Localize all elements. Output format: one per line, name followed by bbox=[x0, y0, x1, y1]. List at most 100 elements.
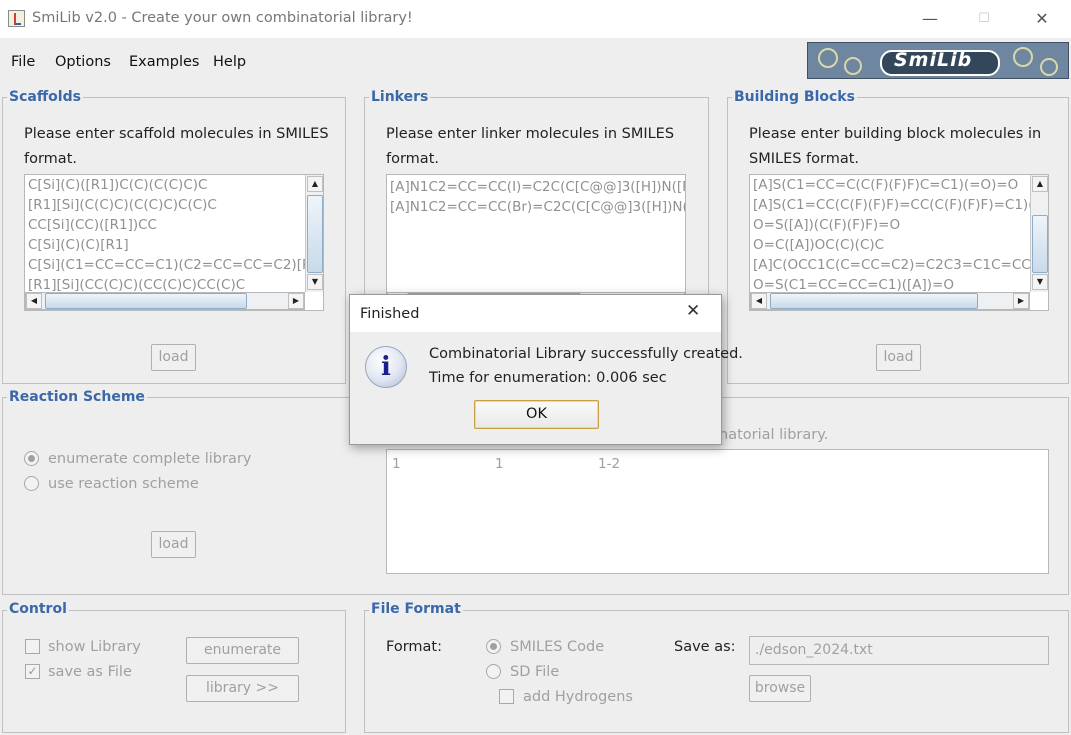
scaffolds-instruction: Please enter scaffold molecules in SMILE… bbox=[24, 122, 329, 172]
finished-dialog: Finished ✕ i Combinatorial Library succe… bbox=[349, 294, 743, 445]
building-blocks-load-button[interactable]: load bbox=[876, 344, 921, 371]
window-title: SmiLib v2.0 - Create your own combinator… bbox=[32, 10, 413, 26]
list-item[interactable]: C[Si](C)([R1])C(C)(C(C)C)C bbox=[25, 175, 305, 195]
sd-file-label: SD File bbox=[510, 664, 560, 680]
sd-file-radio[interactable] bbox=[486, 664, 501, 679]
scroll-thumb[interactable] bbox=[1032, 215, 1048, 273]
scroll-left-icon[interactable]: ◀ bbox=[26, 293, 42, 309]
list-item[interactable]: CC[Si](CC)([R1])CC bbox=[25, 215, 305, 235]
reaction-scheme-title: Reaction Scheme bbox=[7, 389, 147, 405]
scroll-up-icon[interactable]: ▲ bbox=[307, 176, 323, 192]
smilib-logo: SmiLib bbox=[807, 42, 1069, 79]
list-item[interactable]: C[Si](C)(C)[R1] bbox=[25, 235, 305, 255]
control-title: Control bbox=[7, 601, 69, 617]
list-item[interactable]: [A]S(C1=CC(C(F)(F)F)=CC(C(F)(F)F)=C1)(=C bbox=[750, 195, 1030, 215]
smiles-code-label: SMILES Code bbox=[510, 639, 605, 655]
format-label: Format: bbox=[386, 639, 442, 655]
scaffolds-load-button[interactable]: load bbox=[151, 344, 196, 371]
molecule-icon bbox=[844, 57, 862, 75]
browse-button[interactable]: browse bbox=[749, 675, 811, 702]
dialog-time: Time for enumeration: 0.006 sec bbox=[429, 370, 667, 386]
table-cell: 1 bbox=[392, 456, 401, 472]
menu-examples[interactable]: Examples bbox=[129, 54, 199, 70]
scroll-right-icon[interactable]: ▶ bbox=[1013, 293, 1029, 309]
scaffolds-list[interactable]: C[Si](C)([R1])C(C)(C(C)C)C [R1][Si](C(C)… bbox=[24, 174, 324, 311]
table-cell: 1-2 bbox=[598, 456, 621, 472]
file-format-panel bbox=[364, 610, 1069, 733]
instruction-line: Please enter building block molecules in bbox=[749, 126, 1042, 142]
title-bar: SmiLib v2.0 - Create your own combinator… bbox=[0, 0, 1071, 38]
add-hydrogens-checkbox[interactable] bbox=[499, 689, 514, 704]
building-blocks-instruction: Please enter building block molecules in… bbox=[749, 122, 1041, 172]
smiles-code-radio[interactable] bbox=[486, 639, 501, 654]
enumerate-button[interactable]: enumerate bbox=[186, 637, 299, 664]
list-item[interactable]: C[Si](C1=CC=CC=C1)(C2=CC=CC=C2)[R1] bbox=[25, 255, 305, 275]
show-library-checkbox[interactable] bbox=[25, 639, 40, 654]
scroll-thumb[interactable] bbox=[770, 293, 978, 309]
list-item[interactable]: O=S([A])(C(F)(F)F)=O bbox=[750, 215, 1030, 235]
building-blocks-title: Building Blocks bbox=[732, 89, 857, 105]
list-item[interactable]: O=S(C1=CC=CC=C1)([A])=O bbox=[750, 275, 1030, 293]
scaffolds-vertical-scrollbar[interactable]: ▲ ▼ bbox=[305, 175, 323, 292]
dialog-message: Combinatorial Library successfully creat… bbox=[429, 346, 743, 362]
scroll-thumb[interactable] bbox=[307, 195, 323, 273]
reaction-scheme-hint: natorial library. bbox=[719, 427, 829, 443]
molecule-icon bbox=[1013, 47, 1033, 67]
enumerate-complete-label: enumerate complete library bbox=[48, 451, 252, 467]
list-item[interactable]: [R1][Si](CC(C)C)(CC(C)C)CC(C)C bbox=[25, 275, 305, 293]
list-item[interactable]: [A]N1C2=CC=CC(I)=C2C(C[C@@]3([H])N([R1 bbox=[387, 177, 685, 197]
show-library-label: show Library bbox=[48, 639, 141, 655]
linkers-title: Linkers bbox=[369, 89, 431, 105]
java-app-icon bbox=[8, 10, 25, 27]
linkers-instruction: Please enter linker molecules in SMILES … bbox=[386, 122, 674, 172]
minimize-icon[interactable]: — bbox=[907, 0, 953, 38]
building-blocks-horizontal-scrollbar[interactable]: ◀ ▶ bbox=[750, 292, 1030, 310]
save-as-file-label: save as File bbox=[48, 664, 132, 680]
logo-text: SmiLib bbox=[894, 49, 973, 71]
instruction-line: format. bbox=[24, 151, 77, 167]
file-format-title: File Format bbox=[369, 601, 463, 617]
save-as-label: Save as: bbox=[674, 639, 736, 655]
save-as-file-checkbox[interactable]: ✓ bbox=[25, 664, 40, 679]
instruction-line: Please enter scaffold molecules in SMILE… bbox=[24, 126, 329, 142]
molecule-icon bbox=[1040, 58, 1058, 76]
scaffolds-horizontal-scrollbar[interactable]: ◀ ▶ bbox=[25, 292, 305, 310]
reaction-scheme-load-button[interactable]: load bbox=[151, 531, 196, 558]
molecule-icon bbox=[818, 48, 838, 68]
scroll-down-icon[interactable]: ▼ bbox=[307, 274, 323, 290]
instruction-line: format. bbox=[386, 151, 439, 167]
instruction-line: Please enter linker molecules in SMILES bbox=[386, 126, 675, 142]
information-icon: i bbox=[365, 346, 407, 388]
add-hydrogens-label: add Hydrogens bbox=[523, 689, 633, 705]
table-cell: 1 bbox=[495, 456, 504, 472]
menu-options[interactable]: Options bbox=[55, 54, 111, 70]
menu-file[interactable]: File bbox=[11, 54, 35, 70]
scroll-right-icon[interactable]: ▶ bbox=[288, 293, 304, 309]
scaffolds-title: Scaffolds bbox=[7, 89, 83, 105]
list-item[interactable]: [A]S(C1=CC=C(C(F)(F)F)C=C1)(=O)=O bbox=[750, 175, 1030, 195]
scroll-left-icon[interactable]: ◀ bbox=[751, 293, 767, 309]
scroll-down-icon[interactable]: ▼ bbox=[1032, 274, 1048, 290]
list-item[interactable]: [R1][Si](C(C)C)(C(C)C)C(C)C bbox=[25, 195, 305, 215]
library-button[interactable]: library >> bbox=[186, 675, 299, 702]
save-path-field[interactable]: ./edson_2024.txt bbox=[749, 636, 1049, 665]
ok-button[interactable]: OK bbox=[474, 400, 599, 429]
linkers-list[interactable]: [A]N1C2=CC=CC(I)=C2C(C[C@@]3([H])N([R1 [… bbox=[386, 174, 686, 311]
close-icon[interactable]: ✕ bbox=[1019, 0, 1065, 38]
menu-help[interactable]: Help bbox=[213, 54, 246, 70]
dialog-title: Finished bbox=[360, 306, 420, 322]
list-item[interactable]: O=C([A])OC(C)(C)C bbox=[750, 235, 1030, 255]
use-reaction-scheme-label: use reaction scheme bbox=[48, 476, 199, 492]
maximize-icon[interactable]: ☐ bbox=[961, 0, 1007, 38]
building-blocks-list[interactable]: [A]S(C1=CC=C(C(F)(F)F)C=C1)(=O)=O [A]S(C… bbox=[749, 174, 1049, 311]
list-item[interactable]: [A]N1C2=CC=CC(Br)=C2C(C[C@@]3([H])N([R bbox=[387, 197, 685, 217]
use-reaction-scheme-radio[interactable] bbox=[24, 476, 39, 491]
dialog-close-icon[interactable]: ✕ bbox=[686, 301, 700, 321]
building-blocks-vertical-scrollbar[interactable]: ▲ ▼ bbox=[1030, 175, 1048, 292]
enumerate-complete-radio[interactable] bbox=[24, 451, 39, 466]
instruction-line: SMILES format. bbox=[749, 151, 860, 167]
scroll-thumb[interactable] bbox=[45, 293, 247, 309]
scroll-up-icon[interactable]: ▲ bbox=[1032, 176, 1048, 192]
reaction-scheme-table[interactable]: 1 1 1-2 bbox=[386, 449, 1049, 574]
list-item[interactable]: [A]C(OCC1C(C=CC=C2)=C2C3=C1C=CC=C bbox=[750, 255, 1030, 275]
